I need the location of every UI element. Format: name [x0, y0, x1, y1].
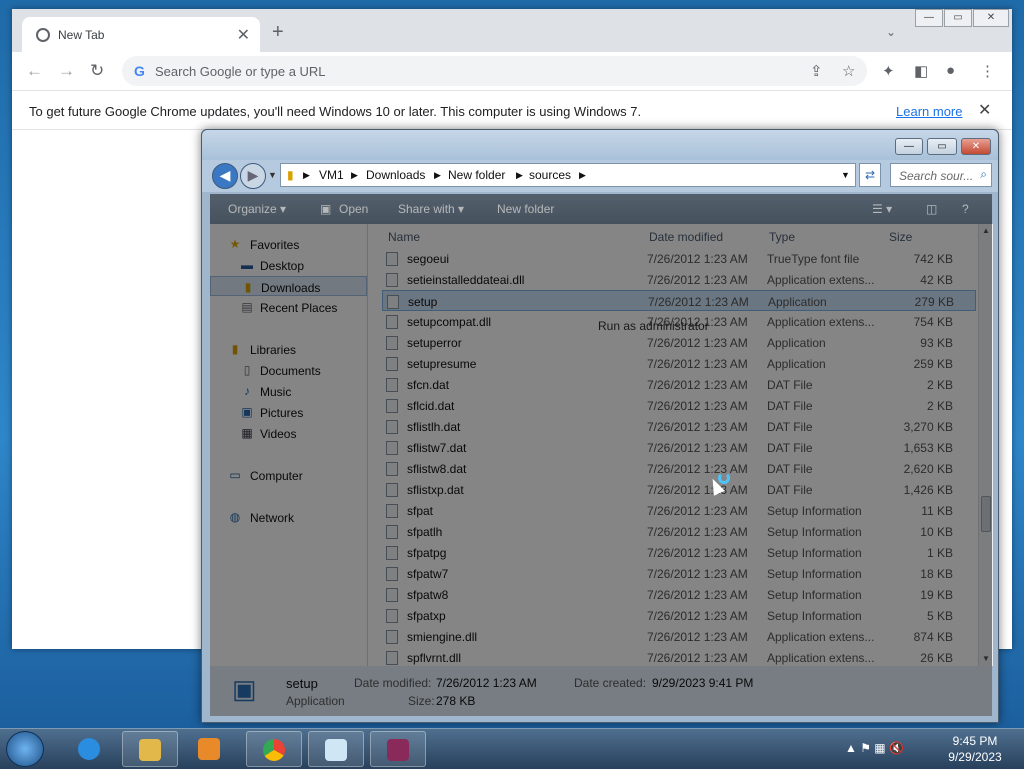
chrome-minimize-button[interactable]: — [915, 9, 943, 27]
search-placeholder: Search sour... [899, 169, 974, 183]
omnibox[interactable]: G Search Google or type a URL ⇪ ☆ [122, 56, 867, 86]
taskbar-windows-explorer[interactable] [122, 731, 178, 767]
breadcrumb-new-folder[interactable]: New folder [448, 168, 505, 182]
infobar-message: To get future Google Chrome updates, you… [29, 104, 642, 119]
taskbar-google-chrome[interactable] [246, 731, 302, 767]
explorer-search-input[interactable]: Search sour... ⌕ [890, 163, 992, 187]
learn-more-link[interactable]: Learn more [896, 104, 962, 119]
chrome-tabstrip: New Tab ✕ + ⌄ — ▭ ✕ [12, 9, 1012, 52]
busy-dim-overlay [210, 224, 992, 666]
breadcrumb-vm1[interactable]: VM1 [319, 168, 344, 182]
share-icon[interactable]: ⇪ [810, 62, 823, 80]
explorer-minimize-button[interactable]: — [895, 138, 923, 155]
taskbar-notepad[interactable] [308, 731, 364, 767]
taskbar-clock[interactable]: 9:45 PM 9/29/2023 [940, 733, 1010, 765]
breadcrumb-separator-icon: ▶ [351, 170, 358, 180]
command-bar-dim-overlay [210, 194, 992, 224]
taskbar-winrar[interactable] [370, 731, 426, 767]
address-row: ◀ ▶ ▼ ▮ ▶ VM1 ▶ Downloads ▶ New folder ▶… [202, 160, 998, 192]
command-bar: Organize ▾ ▣ Open Share with ▾ New folde… [210, 194, 992, 224]
refresh-icon[interactable]: ⇄ [859, 163, 881, 187]
breadcrumb-separator-icon: ▶ [516, 170, 523, 180]
side-panel-icon[interactable]: ◧ [914, 62, 928, 80]
address-dropdown-icon[interactable]: ▼ [841, 170, 850, 180]
notepad-icon [325, 739, 347, 761]
internet-explorer-icon [78, 738, 100, 760]
explorer-titlebar: — ▭ ✕ [202, 130, 998, 160]
explorer-maximize-button[interactable]: ▭ [927, 138, 957, 155]
winrar-icon [387, 739, 409, 761]
folder-icon: ▮ [287, 168, 294, 182]
explorer-window: — ▭ ✕ ◀ ▶ ▼ ▮ ▶ VM1 ▶ Downloads ▶ New fo… [201, 129, 999, 723]
folder-icon [139, 739, 161, 761]
google-g-icon: G [134, 63, 145, 79]
update-infobar: To get future Google Chrome updates, you… [12, 91, 1012, 130]
taskbar-media-player[interactable] [182, 731, 238, 767]
details-dim-overlay [210, 666, 992, 716]
bookmark-star-icon[interactable]: ☆ [842, 62, 855, 80]
taskbar: ▲ ⚑ ▦ 🔇 9:45 PM 9/29/2023 [0, 728, 1024, 769]
explorer-forward-icon[interactable]: ▶ [240, 163, 266, 189]
breadcrumb-downloads[interactable]: Downloads [366, 168, 425, 182]
explorer-body: ★ Favorites ▬ Desktop ▮ Downloads ▤ Rece… [210, 224, 993, 666]
chrome-toolbar: ← → ↻ G Search Google or type a URL ⇪ ☆ … [12, 52, 1012, 91]
tab-title: New Tab [58, 28, 105, 42]
extensions-puzzle-icon[interactable]: ✦ [882, 62, 895, 80]
details-pane: ▣ setup Application Date modified: 7/26/… [210, 666, 992, 716]
back-arrow-icon[interactable]: ← [26, 61, 43, 81]
infobar-close-icon[interactable]: ✕ [978, 100, 991, 120]
clock-time: 9:45 PM [952, 734, 998, 748]
search-icon: ⌕ [980, 167, 987, 181]
breadcrumb-separator-icon: ▶ [303, 170, 310, 180]
address-bar[interactable]: ▮ ▶ VM1 ▶ Downloads ▶ New folder ▶ sourc… [280, 163, 856, 187]
tab-new-tab[interactable]: New Tab ✕ [22, 17, 260, 52]
chrome-maximize-button[interactable]: ▭ [944, 9, 972, 27]
taskbar-internet-explorer[interactable] [62, 731, 118, 767]
media-player-icon [198, 738, 220, 760]
chrome-close-button[interactable]: ✕ [973, 9, 1009, 27]
tab-close-icon[interactable]: ✕ [237, 25, 250, 45]
breadcrumb-separator-icon: ▶ [434, 170, 441, 180]
omnibox-placeholder: Search Google or type a URL [155, 64, 326, 79]
chrome-icon [263, 739, 285, 761]
explorer-close-button[interactable]: ✕ [961, 138, 991, 155]
tray-icons[interactable]: ▲ ⚑ ▦ 🔇 [845, 741, 904, 755]
forward-arrow-icon[interactable]: → [58, 61, 75, 81]
reload-icon[interactable]: ↻ [90, 61, 104, 81]
explorer-back-icon[interactable]: ◀ [212, 163, 238, 189]
chrome-favicon-icon [36, 28, 50, 42]
menu-kebab-icon[interactable]: ⋮ [980, 62, 995, 80]
recent-pages-chevron-icon[interactable]: ▼ [268, 170, 277, 180]
start-button[interactable] [6, 731, 44, 767]
breadcrumb-sources[interactable]: sources [529, 168, 571, 182]
tab-search-chevron-icon[interactable]: ⌄ [886, 25, 896, 39]
new-tab-button[interactable]: + [272, 21, 284, 44]
breadcrumb-separator-icon: ▶ [579, 170, 586, 180]
profile-avatar-icon[interactable]: ● [946, 62, 955, 79]
clock-date: 9/29/2023 [948, 750, 1002, 764]
